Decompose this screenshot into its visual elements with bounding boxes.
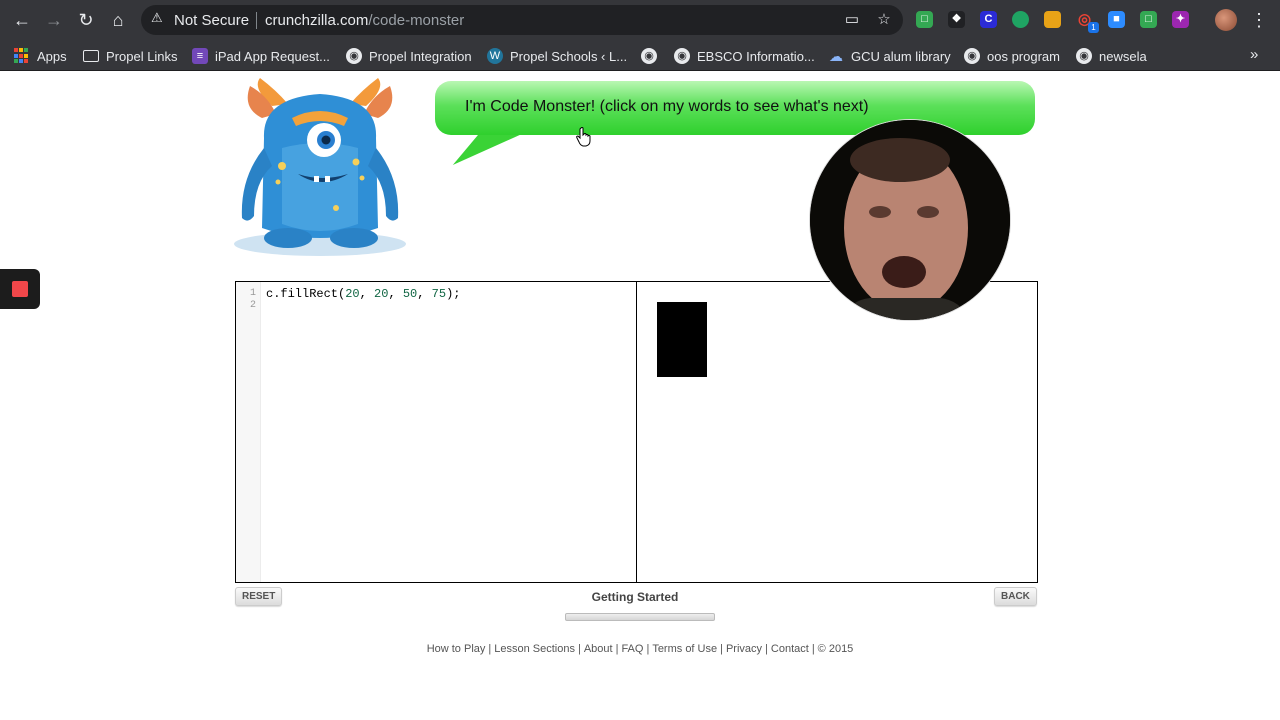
extension-magic-icon[interactable]: ✦ xyxy=(1172,11,1189,28)
profile-avatar[interactable] xyxy=(1215,9,1237,31)
footer-link-terms-of-use[interactable]: Terms of Use xyxy=(652,643,717,655)
bookmark-gcu-alum-library[interactable]: ☁ GCU alum library xyxy=(828,46,951,66)
code-text-area[interactable]: c.fillRect(20, 20, 50, 75); xyxy=(266,287,460,301)
globe-icon: ◉ xyxy=(674,48,690,64)
code-prefix: c.fillRect( xyxy=(266,287,346,301)
footer-link-about[interactable]: About xyxy=(584,643,613,655)
bookmark-ipad-app-request[interactable]: ≡ iPad App Request... xyxy=(192,46,330,66)
code-arg-x: 20 xyxy=(345,287,360,301)
extension-zoom-icon[interactable]: ■ xyxy=(1108,11,1125,28)
bookmark-label: EBSCO Informatio... xyxy=(697,48,815,64)
bookmark-label: GCU alum library xyxy=(851,48,951,64)
cloud-icon: ☁ xyxy=(829,48,843,64)
reload-icon[interactable]: ↻ xyxy=(74,8,98,32)
omnibox-separator xyxy=(256,12,257,29)
home-icon[interactable]: ⌂ xyxy=(106,8,130,32)
webcam-overlay xyxy=(810,120,1010,320)
line-number-gutter: 1 2 xyxy=(236,282,261,582)
globe-icon: ◉ xyxy=(641,48,657,64)
form-icon: ≡ xyxy=(192,48,208,64)
stop-square-icon xyxy=(12,281,28,297)
footer-link-contact[interactable]: Contact xyxy=(771,643,809,655)
browser-toolbar: ← → ↻ ⌂ ⚠ Not Secure crunchzilla.com/cod… xyxy=(0,0,1280,40)
footer-link-privacy[interactable]: Privacy xyxy=(726,643,762,655)
footer-separator: | xyxy=(720,643,723,655)
footer-separator: | xyxy=(488,643,492,655)
address-bar[interactable]: ⚠ Not Secure crunchzilla.com/code-monste… xyxy=(141,5,903,35)
lesson-progress-bar xyxy=(565,613,715,621)
star-bookmark-icon[interactable]: ☆ xyxy=(875,11,893,29)
bookmark-label: newsela xyxy=(1099,48,1147,64)
apps-grid-icon xyxy=(14,48,30,64)
security-label[interactable]: Not Secure xyxy=(174,12,249,29)
globe-icon: ◉ xyxy=(964,48,980,64)
folder-icon xyxy=(83,50,99,62)
footer-separator: | xyxy=(577,643,581,655)
forward-arrow-icon[interactable]: → xyxy=(42,8,66,32)
url-domain: crunchzilla.com xyxy=(265,12,369,29)
bookmark-oos-program[interactable]: ◉ oos program xyxy=(964,46,1060,66)
code-suffix: ); xyxy=(446,287,461,301)
footer-separator: | xyxy=(811,643,815,655)
extension-share-icon[interactable]: ❖ xyxy=(948,11,965,28)
extension-c-icon[interactable]: C xyxy=(980,11,997,28)
back-arrow-icon[interactable]: ← xyxy=(10,8,34,32)
bookmark-propel-integration[interactable]: ◉ Propel Integration xyxy=(346,46,472,66)
hand-cursor-icon xyxy=(576,127,591,147)
filled-rectangle xyxy=(657,302,707,377)
line-number: 1 xyxy=(249,288,256,299)
bookmark-label: Propel Integration xyxy=(369,48,472,64)
record-stop-button[interactable] xyxy=(0,269,40,309)
bookmark-propel-schools[interactable]: W Propel Schools ‹ L... xyxy=(487,46,627,66)
code-arg-height: 75 xyxy=(431,287,447,301)
bookmark-label: oos program xyxy=(987,48,1060,64)
code-monster-page: I'm Code Monster! (click on my words to … xyxy=(0,71,1280,720)
reset-button[interactable]: RESET xyxy=(235,587,283,606)
back-button[interactable]: BACK xyxy=(994,587,1037,606)
bookmark-label: Propel Schools ‹ L... xyxy=(510,48,628,64)
code-arg-y: 20 xyxy=(374,287,389,301)
bookmarks-bar: Apps Propel Links ≡ iPad App Request... … xyxy=(0,40,1280,71)
code-editor-panel: 1 2 c.fillRect(20, 20, 50, 75); xyxy=(235,281,1038,583)
code-arg-width: 50 xyxy=(402,287,418,301)
bookmark-label: Propel Links xyxy=(106,48,178,64)
bookmark-propel-links[interactable]: Propel Links xyxy=(83,46,178,66)
bookmark-newsela[interactable]: ◉ newsela xyxy=(1076,46,1147,66)
url-text[interactable]: crunchzilla.com/code-monster xyxy=(265,12,464,29)
footer-separator: | xyxy=(615,643,619,655)
extension-wallet-icon[interactable] xyxy=(1044,11,1061,28)
bookmark-apps[interactable]: Apps xyxy=(14,46,67,66)
footer-copyright: © 2015 xyxy=(817,643,854,655)
extension-badge: 1 xyxy=(1088,22,1099,33)
footer-separator: | xyxy=(765,643,768,655)
line-number: 2 xyxy=(249,300,256,311)
output-canvas xyxy=(637,282,1037,582)
globe-icon: ◉ xyxy=(1076,48,1092,64)
warning-icon[interactable]: ⚠ xyxy=(151,11,165,25)
cast-icon[interactable]: ▭ xyxy=(843,11,861,29)
browser-menu-icon[interactable]: ⋮ xyxy=(1250,8,1268,32)
bookmark-label: iPad App Request... xyxy=(215,48,330,64)
speech-bubble-text[interactable]: I'm Code Monster! (click on my words to … xyxy=(465,98,869,116)
footer-link-lesson-sections[interactable]: Lesson Sections xyxy=(494,643,575,655)
bookmark-ebsco[interactable]: ◉ EBSCO Informatio... xyxy=(674,46,815,66)
footer-link-how-to-play[interactable]: How to Play xyxy=(427,643,486,655)
extension-classroom-icon[interactable]: □ xyxy=(916,11,933,28)
more-bookmarks-icon[interactable]: » xyxy=(1250,46,1258,63)
footer-link-faq[interactable]: FAQ xyxy=(621,643,643,655)
footer-separator: | xyxy=(646,643,650,655)
globe-icon: ◉ xyxy=(346,48,362,64)
wordpress-icon: W xyxy=(487,48,503,64)
code-monster-mascot xyxy=(234,78,406,256)
extension-slides-icon[interactable]: □ xyxy=(1140,11,1157,28)
bookmark-label: Apps xyxy=(37,48,67,64)
url-path: /code-monster xyxy=(368,12,465,29)
page-footer: How to Play | Lesson Sections | About | FAQ | Te… xyxy=(0,643,1280,655)
lesson-title: Getting Started xyxy=(591,590,679,604)
extension-chat-icon[interactable] xyxy=(1012,11,1029,28)
bookmark-globe-unnamed[interactable]: ◉ xyxy=(641,46,664,66)
